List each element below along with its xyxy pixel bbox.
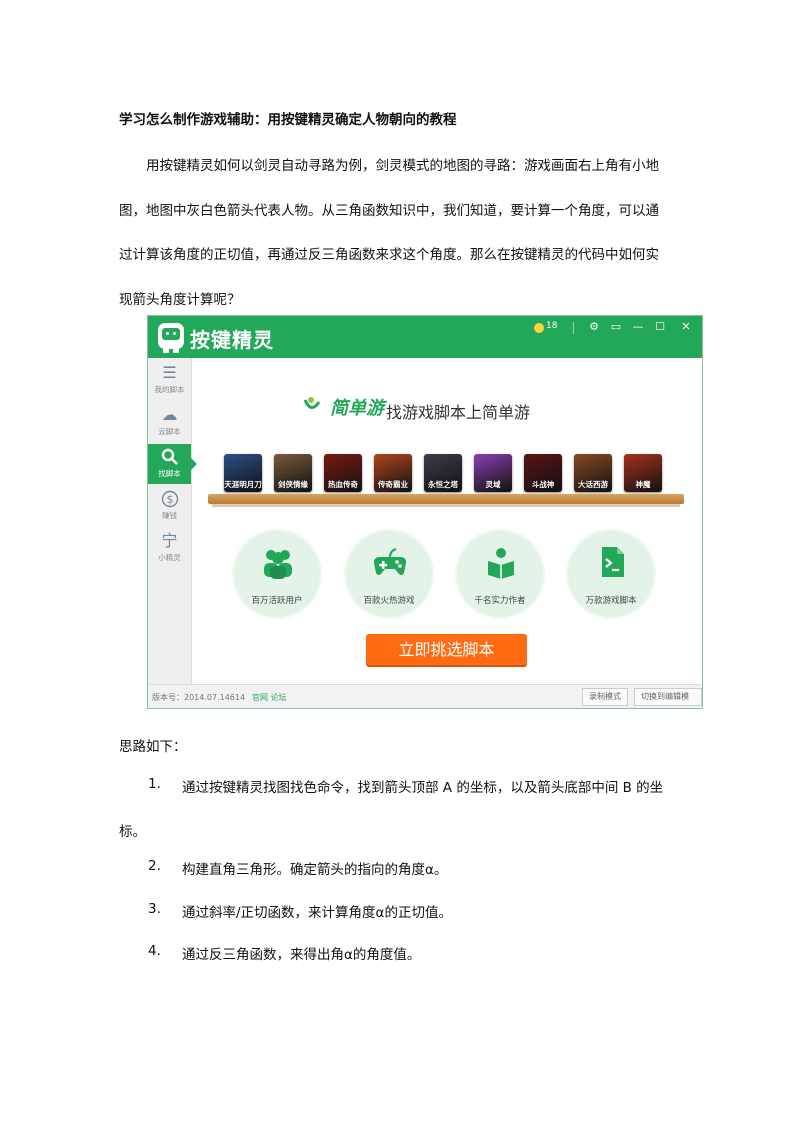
game-label: 大话西游	[578, 480, 608, 489]
step-text: 构建直角三角形。确定箭头的指向的角度α。	[182, 862, 448, 878]
game-label: 斗战神	[531, 480, 555, 489]
list-icon: ☰	[162, 363, 177, 382]
cloud-icon: ☁	[161, 405, 178, 424]
game-icon[interactable]: 大话西游	[574, 454, 612, 492]
maximize-button[interactable]: ☐	[652, 319, 668, 335]
minimize-button[interactable]: —	[630, 319, 646, 335]
game-label: 神魔	[635, 480, 651, 489]
pick-script-button[interactable]: 立即挑选脚本	[366, 634, 527, 665]
step-text: 通过斜率/正切函数，来计算角度α的正切值。	[182, 905, 452, 921]
slogan: 找游戏脚本上简单游	[386, 403, 531, 422]
document-title: 学习怎么制作游戏辅助：用按键精灵确定人物朝向的教程	[119, 112, 457, 128]
feature-scripts[interactable]: 万款游戏脚本	[568, 531, 654, 617]
step-number: 3.	[148, 901, 161, 917]
game-icon[interactable]: 斗战神	[524, 454, 562, 492]
game-icon[interactable]: 神魔	[624, 454, 662, 492]
game-icon[interactable]: 热血传奇	[324, 454, 362, 492]
record-mode-button[interactable]: 录制模式	[582, 688, 628, 706]
feature-hot-games[interactable]: 百款火热游戏	[346, 531, 432, 617]
step-text: 通过按键精灵找图找色命令，找到箭头顶部 A 的坐标，以及箭头底部中间 B 的坐	[182, 780, 664, 796]
svg-text:$: $	[166, 493, 173, 506]
step-text: 通过反三角函数，来得出角α的角度值。	[182, 947, 421, 963]
game-icon[interactable]: 永恒之塔	[424, 454, 462, 492]
step-number: 2.	[148, 858, 161, 874]
game-label: 剑侠情缘	[278, 480, 308, 489]
users-icon	[264, 550, 292, 579]
step-number: 4.	[148, 943, 161, 959]
author-icon	[488, 548, 514, 579]
site-links[interactable]: 官网 论坛	[252, 692, 287, 703]
app-title: 按键精灵	[190, 328, 274, 352]
intro-paragraph: 用按键精灵如何以剑灵自动寻路为例，剑灵模式的地图的寻路：游戏画面右上角有小地 图…	[119, 144, 679, 322]
game-label: 灵域	[485, 480, 501, 489]
step-number: 1.	[148, 776, 161, 792]
settings-icon[interactable]: ⚙	[586, 319, 602, 335]
intro-line: 图，地图中灰白色箭头代表人物。从三角函数知识中，我们知道，要计算一个角度，可以通	[119, 202, 659, 219]
status-bar: 版本号：2014.07.14614 官网 论坛 录制模式 切换到编辑模式	[148, 684, 702, 708]
coin-icon	[534, 323, 544, 333]
close-button[interactable]: ✕	[678, 319, 694, 335]
sidebar-item-find[interactable]: 找脚本	[148, 444, 197, 484]
game-icon[interactable]: 剑侠情缘	[274, 454, 312, 492]
version-text: 版本号：2014.07.14614	[152, 693, 246, 702]
dollar-icon: $	[160, 490, 180, 508]
step-text-continued: 标。	[119, 824, 146, 840]
app-sidebar: ☰ 我的脚本 ☁ 云脚本 找脚本 $ 赚钱 宁 小精灵	[148, 358, 197, 684]
sidebar-item-sprite[interactable]: 宁 小精灵	[148, 528, 191, 568]
steps-heading: 思路如下：	[119, 739, 187, 755]
game-icon[interactable]: 天涯明月刀	[224, 454, 262, 492]
user-icon: 宁	[161, 531, 178, 550]
coin-value[interactable]: 18	[546, 321, 557, 331]
skin-icon[interactable]: ▭	[608, 319, 624, 335]
game-label: 天涯明月刀	[224, 480, 262, 489]
sidebar-item-my-scripts[interactable]: ☰ 我的脚本	[148, 360, 191, 400]
feature-authors[interactable]: 千名实力作者	[457, 531, 543, 617]
sidebar-item-cloud[interactable]: ☁ 云脚本	[148, 402, 191, 442]
game-label: 永恒之塔	[428, 480, 458, 489]
brand-name: 简单游	[330, 398, 384, 419]
intro-line: 过计算该角度的正切值，再通过反三角函数来求这个角度。那么在按键精灵的代码中如何实	[119, 247, 659, 263]
game-label: 传奇霸业	[378, 480, 408, 489]
game-icon[interactable]: 灵域	[474, 454, 512, 492]
gamepad-icon	[373, 548, 407, 575]
app-titlebar: 按键精灵 18 ⚙ ▭ — ☐ ✕	[148, 316, 702, 358]
game-icon[interactable]: 传奇霸业	[374, 454, 412, 492]
app-screenshot: 按键精灵 18 ⚙ ▭ — ☐ ✕ ☰ 我的脚本 ☁ 云脚本 找脚本 $ 赚钱	[147, 315, 703, 709]
edit-mode-button[interactable]: 切换到编辑模式	[634, 688, 702, 706]
search-icon	[160, 448, 180, 466]
sidebar-item-earn[interactable]: $ 赚钱	[148, 486, 191, 526]
feature-active-users[interactable]: 百万活跃用户	[234, 531, 320, 617]
game-shelf: 天涯明月刀 剑侠情缘 热血传奇 传奇霸业 永恒之塔 灵域 斗战神 大话西游 神魔	[224, 454, 674, 494]
shelf	[208, 494, 684, 504]
game-label: 热血传奇	[328, 480, 358, 489]
robot-logo-icon	[158, 323, 184, 353]
script-icon	[602, 547, 624, 577]
intro-line: 用按键精灵如何以剑灵自动寻路为例，剑灵模式的地图的寻路：游戏画面右上角有小地	[146, 158, 659, 174]
brand-logo-icon	[303, 394, 329, 414]
